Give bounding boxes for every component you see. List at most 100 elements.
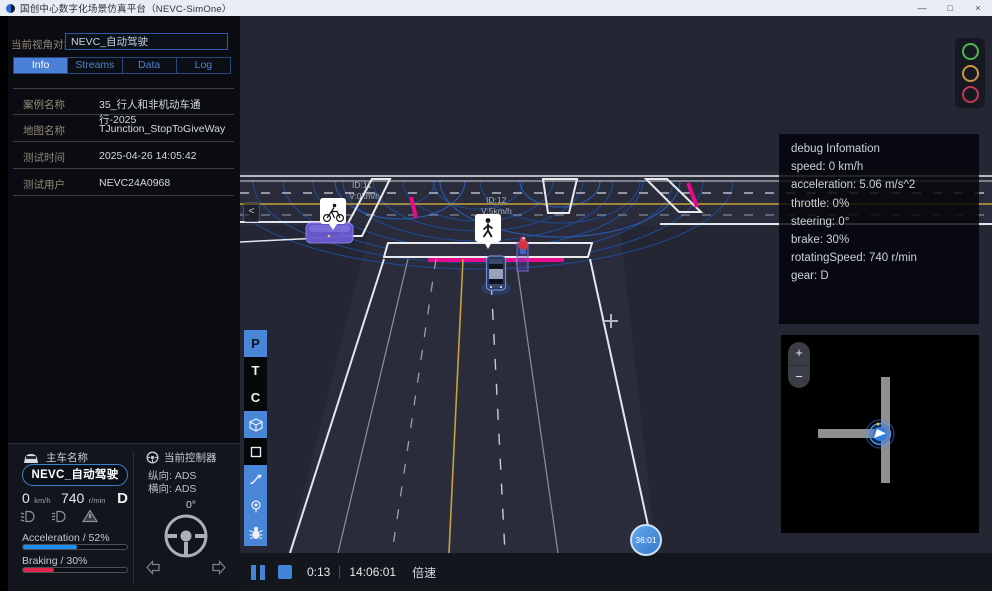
bug-icon: [248, 525, 264, 541]
rpm-value: 740: [61, 490, 84, 506]
debug-title: debug Infomation: [791, 143, 967, 155]
pedestrian-id-label: ID:12: [486, 195, 507, 205]
field-test-user: 测试用户 NEVC24A0968: [13, 169, 234, 196]
field-label: 测试用户: [23, 177, 65, 192]
traffic-light-indicator: [955, 38, 985, 108]
speed-unit: km/h: [34, 496, 50, 505]
cube-icon: [248, 417, 264, 433]
braking-bar: [22, 567, 128, 573]
controller-panel-title: 当前控制器: [164, 450, 217, 465]
tool-debug-button[interactable]: [244, 519, 267, 546]
field-label: 地图名称: [23, 123, 65, 138]
tool-path-button[interactable]: [244, 465, 267, 492]
tool-location-button[interactable]: [244, 492, 267, 519]
view-target-input[interactable]: [65, 33, 228, 50]
speed-readout: 0 km/h 740 r/min D: [22, 490, 128, 508]
field-label: 案例名称: [23, 97, 65, 112]
gear-indicator: D: [117, 490, 128, 507]
minimap-zoom-controls: + −: [788, 342, 810, 388]
minimap[interactable]: + −: [781, 335, 979, 533]
panel-divider: [133, 452, 134, 584]
low-beam-icon: [20, 510, 39, 523]
braking-label: Braking / 30%: [22, 555, 87, 567]
acceleration-label: Acceleration / 52%: [22, 532, 110, 544]
maximize-icon[interactable]: □: [936, 0, 964, 16]
playback-bar: 0:13 14:06:01 倍速: [240, 553, 992, 591]
arrow-right-icon: [211, 560, 226, 575]
braking-bar-fill: [23, 568, 54, 572]
stop-icon[interactable]: [278, 565, 292, 579]
close-icon[interactable]: ×: [964, 0, 992, 16]
debug-gear: gear: D: [791, 270, 967, 282]
field-value: 2025-04-26 14:05:42: [99, 150, 197, 162]
cyclist-speed-label: V:0km/h: [349, 191, 380, 201]
traffic-light-yellow: [962, 65, 979, 82]
window-title: 国创中心数字化场景仿真平台（NEVC-SimOne）: [20, 1, 232, 15]
minimap-ego-marker: [858, 412, 902, 456]
viewport-toolbar: P T C: [244, 330, 267, 546]
location-pin-icon: [248, 498, 264, 514]
debug-steering: steering: 0°: [791, 216, 967, 228]
hazard-triangle-icon: [82, 509, 98, 523]
acceleration-bar-fill: [23, 545, 77, 549]
field-value: TJunction_StopToGiveWay: [99, 123, 225, 135]
application-window: 国创中心数字化场景仿真平台（NEVC-SimOne） — □ × 当前视角对象 …: [0, 0, 992, 591]
tab-log[interactable]: Log: [177, 58, 230, 73]
field-test-time: 测试时间 2025-04-26 14:05:42: [13, 142, 234, 169]
field-case-name: 案例名称 35_行人和非机动车通行-2025: [13, 88, 234, 115]
steering-wheel-large-icon: [162, 512, 210, 560]
traffic-light-green: [962, 43, 979, 60]
sidebar-collapse-button[interactable]: <: [243, 202, 260, 222]
pause-icon[interactable]: [251, 565, 265, 580]
car-icon: [22, 452, 40, 464]
lateral-controller: 横向: ADS: [148, 481, 196, 496]
rpm-unit: r/min: [89, 496, 106, 505]
simulation-clock: 14:06:01: [349, 565, 396, 579]
tab-data[interactable]: Data: [123, 58, 177, 73]
pedestrian-speed-label: V:5km/h: [481, 206, 512, 216]
debug-speed: speed: 0 km/h: [791, 161, 967, 173]
debug-panel: debug Infomation speed: 0 km/h accelerat…: [779, 134, 979, 324]
playback-speed-button[interactable]: 倍速: [412, 564, 436, 581]
path-icon: [248, 471, 264, 487]
acceleration-bar: [22, 544, 128, 550]
tool-cube-button[interactable]: [244, 411, 267, 438]
traffic-light-red: [962, 86, 979, 103]
field-map-name: 地图名称 TJunction_StopToGiveWay: [13, 115, 234, 142]
debug-brake: brake: 30%: [791, 234, 967, 246]
minimize-icon[interactable]: —: [908, 0, 936, 16]
tool-square-button[interactable]: [244, 438, 267, 465]
vehicle-panel: 主车名称 NEVC_自动驾驶 0 km/h 740 r/min D: [8, 443, 240, 591]
tab-streams[interactable]: Streams: [68, 58, 122, 73]
zoom-out-button[interactable]: −: [788, 366, 810, 389]
ego-vehicle-button[interactable]: NEVC_自动驾驶: [22, 464, 128, 486]
playback-divider: [339, 566, 340, 578]
tool-t-button[interactable]: T: [244, 357, 267, 384]
speed-value: 0: [22, 490, 30, 506]
cyclist-id-label: ID:11: [352, 180, 372, 190]
arrow-left-icon: [146, 560, 161, 575]
simulation-viewport[interactable]: ID:11 V:0km/h ID:12 V:5km/h: [240, 16, 992, 591]
sidebar: 当前视角对象 Info Streams Data Log 案例名称 35_行人和…: [0, 16, 240, 591]
high-beam-icon: [51, 510, 70, 523]
elapsed-time: 0:13: [307, 565, 330, 579]
countdown-timer-badge: 36:01: [630, 524, 662, 556]
zoom-in-button[interactable]: +: [788, 342, 810, 366]
steering-wheel-icon: [146, 451, 159, 464]
field-value: NEVC24A0968: [99, 177, 170, 189]
debug-throttle: throttle: 0%: [791, 198, 967, 210]
tool-p-button[interactable]: P: [244, 330, 267, 357]
field-label: 测试时间: [23, 150, 65, 165]
tool-c-button[interactable]: C: [244, 384, 267, 411]
vehicle-panel-title: 主车名称: [46, 450, 88, 465]
square-icon: [248, 444, 264, 460]
steering-angle-value: 0°: [176, 499, 206, 511]
cursor-crosshair: [602, 312, 620, 330]
debug-rotating-speed: rotatingSpeed: 740 r/min: [791, 252, 967, 264]
title-bar: 国创中心数字化场景仿真平台（NEVC-SimOne） — □ ×: [0, 0, 992, 16]
tab-info[interactable]: Info: [14, 58, 68, 73]
debug-acceleration: acceleration: 5.06 m/s^2: [791, 179, 967, 191]
sidebar-tabs: Info Streams Data Log: [13, 57, 231, 74]
info-fields: 案例名称 35_行人和非机动车通行-2025 地图名称 TJunction_St…: [13, 88, 234, 196]
app-icon: [6, 4, 15, 13]
